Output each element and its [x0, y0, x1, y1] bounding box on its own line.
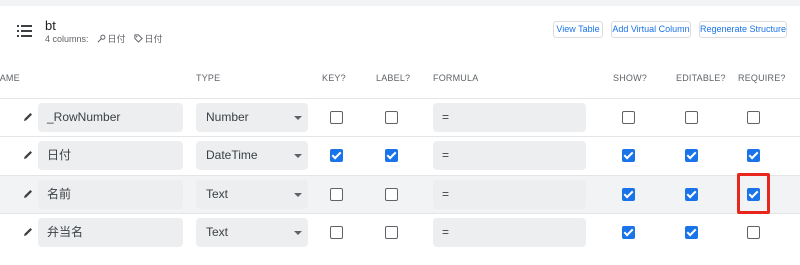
editable-checkbox[interactable]	[685, 149, 698, 162]
dropdown-arrow-icon	[294, 193, 302, 197]
dropdown-arrow-icon	[294, 154, 302, 158]
column-type-select[interactable]: Number	[196, 103, 308, 132]
pencil-icon[interactable]	[22, 226, 34, 238]
dropdown-arrow-icon	[294, 231, 302, 235]
header-editable: EDITABLE?	[676, 73, 726, 83]
header-formula: FORMULA	[433, 73, 479, 83]
table-row: 日付 DateTime =	[0, 136, 800, 174]
column-name-field[interactable]: 日付	[38, 141, 183, 170]
label-chip: 日付	[133, 32, 163, 45]
column-type-select[interactable]: DateTime	[196, 141, 308, 170]
formula-field[interactable]: =	[433, 141, 586, 170]
table-row: 名前 Text =	[0, 175, 800, 213]
show-checkbox[interactable]	[622, 149, 635, 162]
key-checkbox[interactable]	[330, 111, 343, 124]
tag-icon	[133, 34, 143, 43]
column-name-field[interactable]: 弁当名	[38, 218, 183, 247]
show-checkbox[interactable]	[622, 188, 635, 201]
pencil-icon[interactable]	[22, 111, 34, 123]
editable-checkbox[interactable]	[685, 111, 698, 124]
key-checkbox[interactable]	[330, 188, 343, 201]
key-checkbox[interactable]	[330, 226, 343, 239]
header-show: SHOW?	[613, 73, 648, 83]
table-row: _RowNumber Number =	[0, 98, 800, 136]
formula-field[interactable]: =	[433, 180, 586, 209]
require-highlight	[737, 173, 770, 214]
formula-field[interactable]: =	[433, 103, 586, 132]
key-chip: 日付	[97, 32, 126, 45]
column-type-select[interactable]: Text	[196, 180, 308, 209]
header-label: LABEL?	[376, 73, 411, 83]
key-checkbox[interactable]	[330, 149, 343, 162]
editable-checkbox[interactable]	[685, 226, 698, 239]
column-type-select[interactable]: Text	[196, 218, 308, 247]
show-checkbox[interactable]	[622, 111, 635, 124]
label-checkbox[interactable]	[385, 226, 398, 239]
column-count: 4 columns:	[45, 33, 89, 44]
editable-checkbox[interactable]	[685, 188, 698, 201]
label-checkbox[interactable]	[385, 188, 398, 201]
label-checkbox[interactable]	[385, 111, 398, 124]
header-key: KEY?	[322, 73, 346, 83]
pencil-icon[interactable]	[22, 149, 34, 161]
table-row: 弁当名 Text =	[0, 213, 800, 251]
show-checkbox[interactable]	[622, 226, 635, 239]
require-checkbox[interactable]	[747, 226, 760, 239]
header-type: TYPE	[196, 73, 221, 83]
key-icon	[97, 34, 105, 43]
require-checkbox[interactable]	[747, 149, 760, 162]
formula-field[interactable]: =	[433, 218, 586, 247]
add-virtual-column-button[interactable]: Add Virtual Column	[611, 21, 691, 38]
list-icon[interactable]	[17, 24, 33, 38]
column-name-field[interactable]: _RowNumber	[38, 103, 183, 132]
regenerate-structure-button[interactable]: Regenerate Structure	[699, 21, 787, 38]
column-name-field[interactable]: 名前	[38, 180, 183, 209]
table-meta: 4 columns: 日付 日付	[45, 32, 163, 45]
header-require: REQUIRE?	[738, 73, 786, 83]
label-checkbox[interactable]	[385, 149, 398, 162]
view-table-button[interactable]: View Table	[553, 21, 603, 38]
dropdown-arrow-icon	[294, 116, 302, 120]
header-name: NAME	[0, 73, 20, 83]
table-header: bt 4 columns: 日付 日付 View Table Add Virtu…	[0, 6, 800, 58]
table-name: bt	[45, 18, 56, 33]
pencil-icon[interactable]	[22, 188, 34, 200]
require-checkbox[interactable]	[747, 111, 760, 124]
